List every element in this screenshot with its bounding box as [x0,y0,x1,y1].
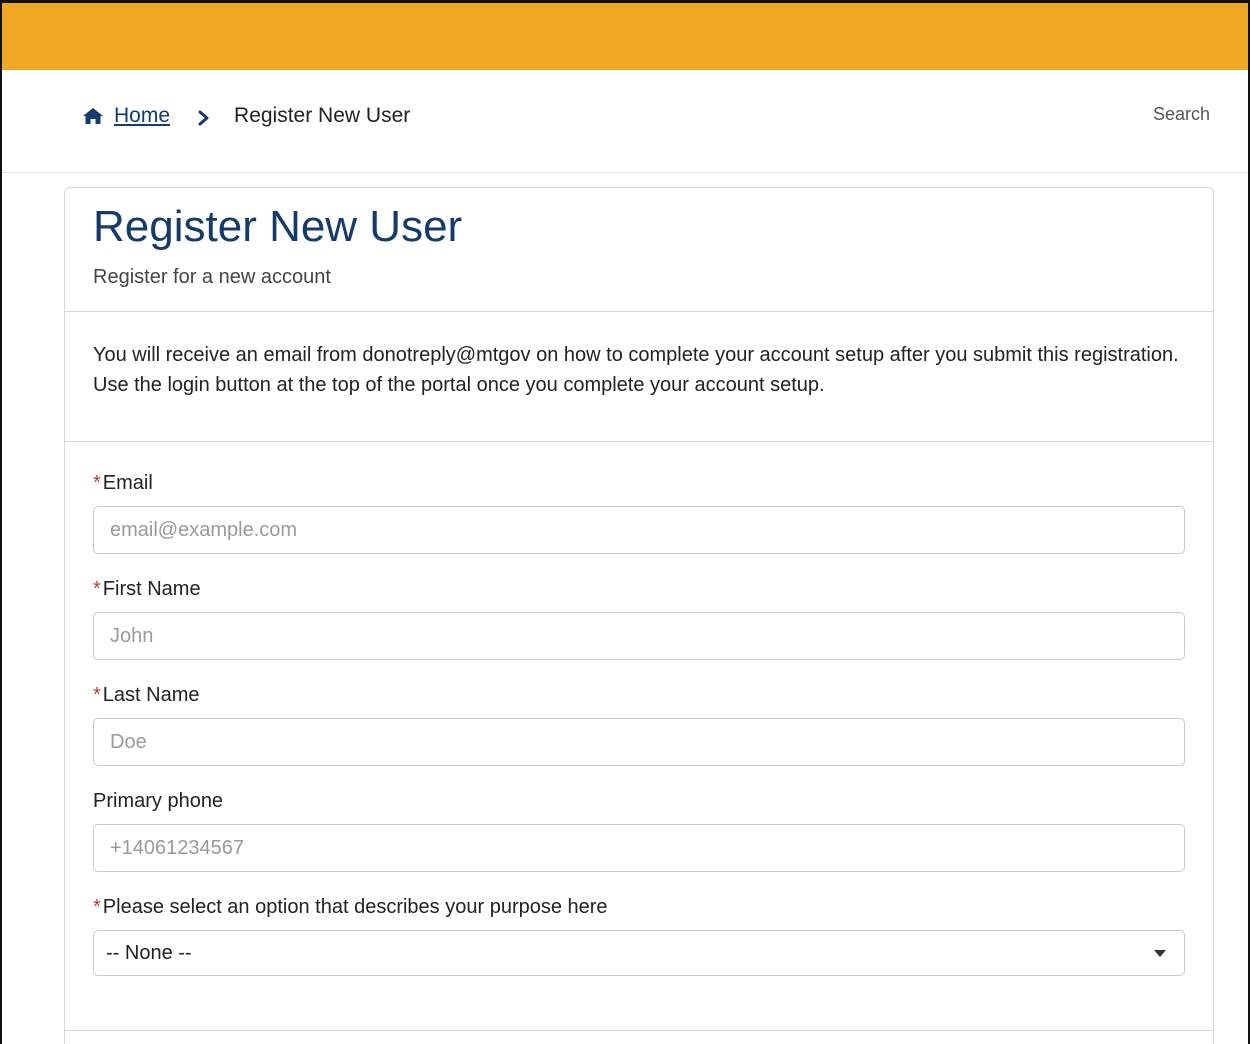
top-banner [2,3,1248,70]
search-link[interactable]: Search [1153,104,1210,125]
home-icon[interactable] [82,107,104,125]
required-marker: * [93,896,101,918]
registration-card: Register New User Register for a new acc… [64,187,1214,1044]
page-title: Register New User [93,202,463,251]
purpose-select-value: -- None -- [106,942,192,964]
email-input[interactable] [93,506,1185,554]
last-name-input[interactable] [93,718,1185,766]
purpose-select[interactable]: -- None -- [93,930,1185,976]
required-marker: * [93,472,101,494]
page-subtitle: Register for a new account [93,266,331,288]
info-text: You will receive an email from donotrepl… [65,312,1213,442]
purpose-field-group: * Please select an option that describes … [93,892,1185,976]
first-name-input[interactable] [93,612,1185,660]
navigation-row: Home Register New User Search [2,70,1248,173]
caret-down-icon [1154,950,1166,957]
last-name-field-group: * Last Name [93,680,1185,766]
browser-window: Home Register New User Search Register N… [0,0,1250,1044]
breadcrumb-home-link[interactable]: Home [114,104,170,128]
phone-label: Primary phone [93,790,224,812]
chevron-right-icon [196,108,212,126]
phone-input[interactable] [93,824,1185,872]
form-divider [65,1030,1213,1031]
registration-form: *Email *First Name *Last Name Primary ph… [65,442,1213,976]
required-marker: * [93,578,101,600]
phone-field-group: Primary phone [93,786,1185,872]
last-name-label: * Last Name [93,684,200,706]
breadcrumb-current: Register New User [234,104,411,127]
email-label: * Email [93,472,153,494]
card-header: Register New User Register for a new acc… [65,188,1213,312]
email-field-group: * Email [93,468,1185,554]
breadcrumb: Home Register New User [82,104,410,128]
first-name-label: * First Name [93,578,201,600]
purpose-label: * Please select an option that describes … [93,896,608,918]
first-name-field-group: * First Name [93,574,1185,660]
required-marker: * [93,684,101,706]
